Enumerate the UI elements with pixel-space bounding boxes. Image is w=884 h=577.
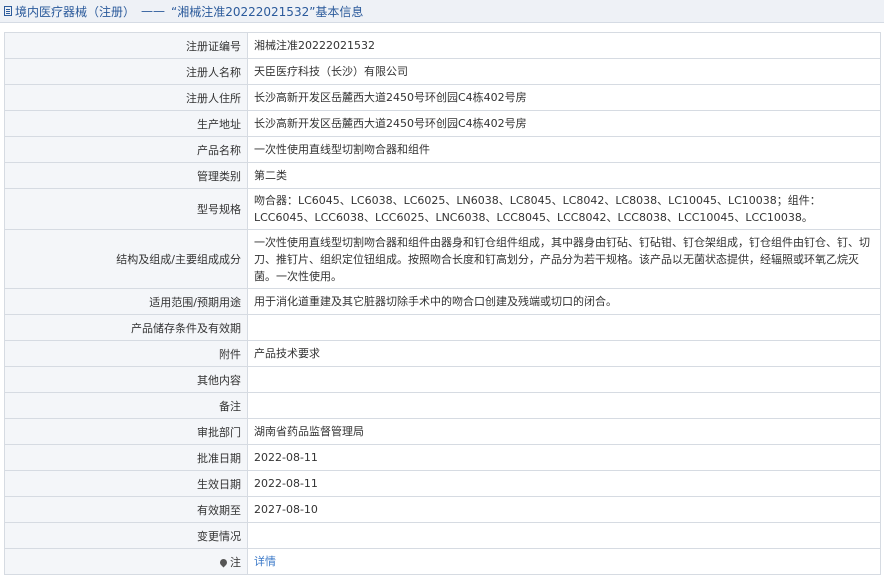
row-label-registrant-address: 注册人住所 (4, 84, 248, 111)
row-value-changes (247, 522, 881, 549)
table-row: 注册人名称 天臣医疗科技（长沙）有限公司 (4, 58, 881, 85)
row-value-storage (247, 314, 881, 341)
table-row: 审批部门 湖南省药品监督管理局 (4, 418, 881, 445)
row-label-registration-number: 注册证编号 (4, 32, 248, 59)
row-value-model-spec: 吻合器：LC6045、LC6038、LC6025、LN6038、LC8045、L… (247, 188, 881, 230)
document-icon (4, 6, 12, 16)
row-value-remarks (247, 392, 881, 419)
table-row: 生产地址 长沙高新开发区岳麓西大道2450号环创园C4栋402号房 (4, 110, 881, 137)
table-row: 适用范围/预期用途 用于消化道重建及其它脏器切除手术中的吻合口创建及残端或切口的… (4, 288, 881, 315)
table-row: 备注 (4, 392, 881, 419)
header-separator: —— (141, 4, 166, 18)
row-label-storage: 产品储存条件及有效期 (4, 314, 248, 341)
row-label-intended-use: 适用范围/预期用途 (4, 288, 248, 315)
row-label-production-address: 生产地址 (4, 110, 248, 137)
row-value-registrant-name: 天臣医疗科技（长沙）有限公司 (247, 58, 881, 85)
row-label-model-spec: 型号规格 (4, 188, 248, 230)
row-value-attachment: 产品技术要求 (247, 340, 881, 367)
details-link[interactable]: 详情 (254, 555, 276, 568)
table-row: 注 详情 (4, 548, 881, 575)
table-row: 附件 产品技术要求 (4, 340, 881, 367)
row-label-attachment: 附件 (4, 340, 248, 367)
note-label: 注 (230, 555, 241, 569)
row-label-other: 其他内容 (4, 366, 248, 393)
info-table: 注册证编号 湘械注准20222021532 注册人名称 天臣医疗科技（长沙）有限… (4, 32, 881, 575)
row-value-intended-use: 用于消化道重建及其它脏器切除手术中的吻合口创建及残端或切口的闭合。 (247, 288, 881, 315)
row-value-registrant-address: 长沙高新开发区岳麓西大道2450号环创园C4栋402号房 (247, 84, 881, 111)
table-row: 变更情况 (4, 522, 881, 549)
table-row: 注册人住所 长沙高新开发区岳麓西大道2450号环创园C4栋402号房 (4, 84, 881, 111)
row-value-note: 详情 (247, 548, 881, 575)
row-value-structure: 一次性使用直线型切割吻合器和组件由器身和钉仓组件组成，其中器身由钉砧、钉砧钳、钉… (247, 229, 881, 289)
row-label-note: 注 (4, 548, 248, 575)
row-label-management-class: 管理类别 (4, 162, 248, 189)
table-row: 有效期至 2027-08-10 (4, 496, 881, 523)
table-row: 其他内容 (4, 366, 881, 393)
table-row: 注册证编号 湘械注准20222021532 (4, 32, 881, 59)
table-row: 管理类别 第二类 (4, 162, 881, 189)
header-record-title: “湘械注准20222021532”基本信息 (171, 4, 364, 19)
table-row: 批准日期 2022-08-11 (4, 444, 881, 471)
table-row: 型号规格 吻合器：LC6045、LC6038、LC6025、LN6038、LC8… (4, 188, 881, 230)
row-label-approval-dept: 审批部门 (4, 418, 248, 445)
row-value-approval-dept: 湖南省药品监督管理局 (247, 418, 881, 445)
header-category: 境内医疗器械（注册） (15, 4, 136, 19)
row-label-changes: 变更情况 (4, 522, 248, 549)
row-label-structure: 结构及组成/主要组成成分 (4, 229, 248, 289)
table-row: 产品储存条件及有效期 (4, 314, 881, 341)
row-value-management-class: 第二类 (247, 162, 881, 189)
table-row: 生效日期 2022-08-11 (4, 470, 881, 497)
row-value-product-name: 一次性使用直线型切割吻合器和组件 (247, 136, 881, 163)
row-label-registrant-name: 注册人名称 (4, 58, 248, 85)
row-label-valid-until: 有效期至 (4, 496, 248, 523)
row-value-production-address: 长沙高新开发区岳麓西大道2450号环创园C4栋402号房 (247, 110, 881, 137)
row-value-effective-date: 2022-08-11 (247, 470, 881, 497)
page-header: 境内医疗器械（注册） —— “湘械注准20222021532”基本信息 (0, 0, 884, 23)
row-label-effective-date: 生效日期 (4, 470, 248, 497)
map-pin-icon (218, 557, 229, 568)
row-label-approval-date: 批准日期 (4, 444, 248, 471)
table-row: 结构及组成/主要组成成分 一次性使用直线型切割吻合器和组件由器身和钉仓组件组成，… (4, 229, 881, 289)
row-value-valid-until: 2027-08-10 (247, 496, 881, 523)
row-value-registration-number: 湘械注准20222021532 (247, 32, 881, 59)
table-row: 产品名称 一次性使用直线型切割吻合器和组件 (4, 136, 881, 163)
row-value-other (247, 366, 881, 393)
row-value-approval-date: 2022-08-11 (247, 444, 881, 471)
row-label-remarks: 备注 (4, 392, 248, 419)
row-label-product-name: 产品名称 (4, 136, 248, 163)
